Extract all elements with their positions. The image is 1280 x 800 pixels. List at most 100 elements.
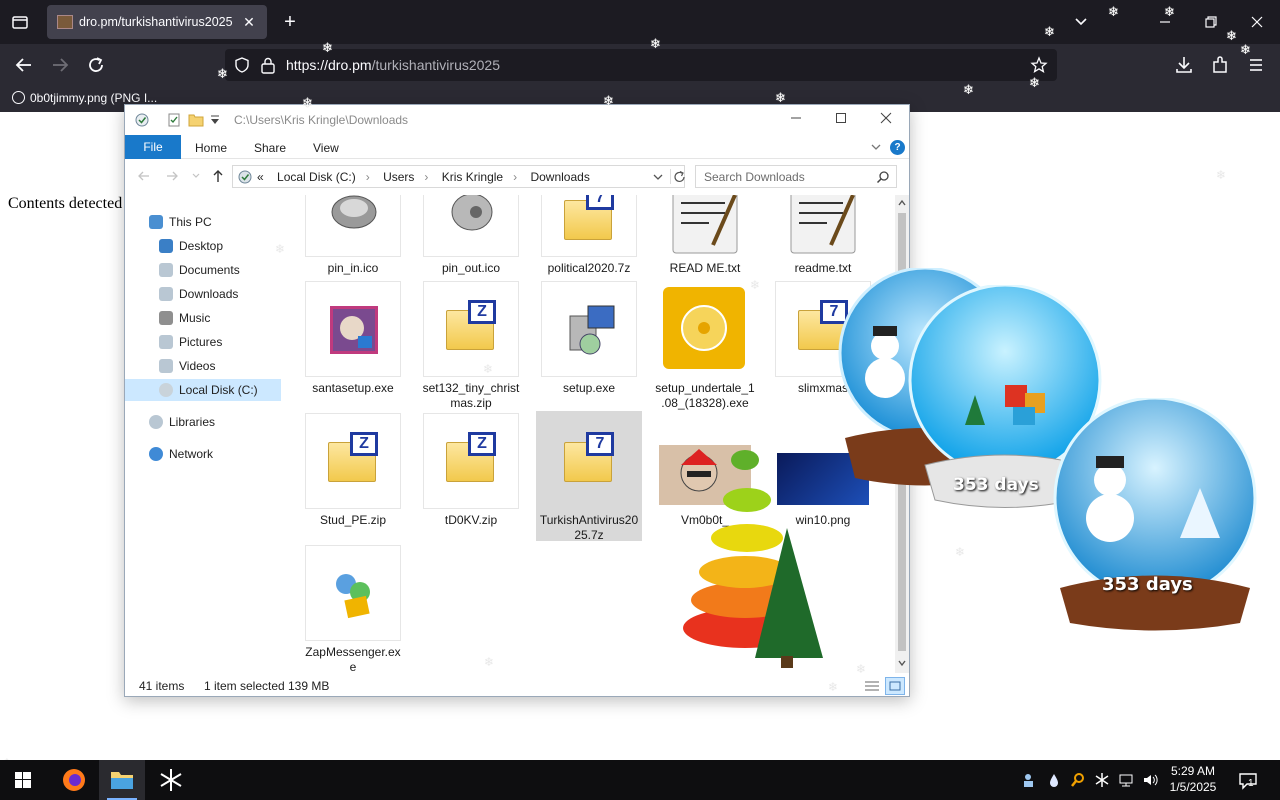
up-folder-icon[interactable] <box>209 168 227 186</box>
network-tray-icon[interactable] <box>1118 772 1134 788</box>
nav-item-downloads[interactable]: Downloads <box>159 283 238 305</box>
file-item[interactable]: pin_in.ico <box>303 195 403 275</box>
scroll-up-icon[interactable] <box>897 197 907 211</box>
snowflake-tray-icon[interactable] <box>1094 772 1110 788</box>
notifications-icon[interactable]: 1 <box>1238 772 1260 790</box>
breadcrumb-item[interactable]: Local Disk (C:) <box>277 170 356 184</box>
folder-icon[interactable] <box>188 112 204 131</box>
nav-item-pictures[interactable]: Pictures <box>159 331 222 353</box>
search-box[interactable]: Search Downloads <box>695 165 897 188</box>
drop-icon[interactable] <box>1046 772 1062 788</box>
restore-icon[interactable] <box>1201 12 1221 32</box>
browser-tab[interactable]: dro.pm/turkishantivirus2025 ✕ <box>47 5 267 39</box>
file-name: Stud_PE.zip <box>319 513 387 527</box>
exe-thumbnail <box>305 281 401 377</box>
scroll-down-icon[interactable] <box>897 657 907 671</box>
file-item[interactable]: setup.exe <box>539 281 639 401</box>
breadcrumb-item[interactable]: Users <box>383 170 414 184</box>
clock-time: 5:29 AM <box>1170 764 1216 778</box>
snow-app-taskbar-icon[interactable] <box>148 760 194 800</box>
bookmark-item[interactable]: 0b0tjimmy.png (PNG I... <box>12 91 157 105</box>
nav-item-documents[interactable]: Documents <box>159 259 240 281</box>
search-icon[interactable] <box>876 170 890 187</box>
file-item[interactable]: Z Stud_PE.zip <box>303 413 403 533</box>
people-icon[interactable] <box>1022 772 1038 788</box>
nav-item-libraries[interactable]: Libraries <box>149 411 215 433</box>
file-item[interactable]: santasetup.exe <box>303 281 403 401</box>
quick-access-properties-icon[interactable] <box>134 112 150 131</box>
tab-list-icon[interactable] <box>10 12 30 32</box>
magnifier-icon[interactable] <box>1070 772 1086 788</box>
taskbar: 5:29 AM 1/5/2025 1 <box>0 760 1280 800</box>
file-item-selected[interactable]: 7 TurkishAntivirus2025.7z <box>539 413 639 542</box>
ribbon-tab-home[interactable]: Home <box>195 138 227 158</box>
new-folder-quick-icon[interactable] <box>166 112 182 131</box>
url-bar[interactable]: https://dro.pm/turkishantivirus2025 <box>225 49 1057 81</box>
downloads-folder-icon <box>159 287 173 301</box>
nav-item-this-pc[interactable]: This PC <box>149 211 212 233</box>
explorer-minimize-icon[interactable] <box>781 109 811 131</box>
nav-item-desktop[interactable]: Desktop <box>159 235 223 257</box>
file-explorer-taskbar-icon[interactable] <box>99 760 145 800</box>
nav-item-network[interactable]: Network <box>149 443 213 465</box>
explorer-close-icon[interactable] <box>871 109 901 131</box>
snowflake-icon: ❄ <box>217 66 228 81</box>
explorer-maximize-icon[interactable] <box>826 109 856 131</box>
back-arrow-icon[interactable] <box>13 54 35 76</box>
nav-label: Pictures <box>179 335 223 349</box>
taskbar-clock[interactable]: 5:29 AM 1/5/2025 <box>1162 763 1224 795</box>
ribbon-tab-view[interactable]: View <box>313 138 339 158</box>
forward-arrow-icon[interactable] <box>49 54 71 76</box>
browser-nav-bar: https://dro.pm/turkishantivirus2025 <box>0 44 1280 86</box>
large-icons-view-icon[interactable] <box>885 677 905 695</box>
nav-item-local-disk[interactable]: Local Disk (C:) <box>125 379 281 401</box>
file-item[interactable]: READ ME.txt <box>655 195 755 275</box>
expand-ribbon-icon[interactable] <box>869 140 883 157</box>
explorer-forward-icon[interactable] <box>163 168 181 186</box>
file-item[interactable]: readme.txt <box>773 195 873 275</box>
breadcrumb-overflow[interactable]: « <box>257 170 264 184</box>
shield-icon[interactable] <box>233 56 251 77</box>
explorer-back-icon[interactable] <box>135 168 153 186</box>
nav-item-videos[interactable]: Videos <box>159 355 215 377</box>
snowflake-icon: ❄ <box>1164 4 1175 19</box>
recent-locations-icon[interactable] <box>187 168 205 186</box>
close-window-icon[interactable] <box>1247 12 1267 32</box>
nav-item-music[interactable]: Music <box>159 307 210 329</box>
breadcrumb-item[interactable]: Downloads <box>530 170 589 184</box>
explorer-title-bar: C:\Users\Kris Kringle\Downloads <box>125 105 909 135</box>
refresh-icon[interactable] <box>670 169 685 184</box>
list-all-tabs-icon[interactable] <box>1071 12 1091 32</box>
help-icon[interactable]: ? <box>890 140 905 155</box>
file-item[interactable]: pin_out.ico <box>421 195 521 275</box>
file-item[interactable]: setup_undertale_1.08_(18328).exe <box>655 281 755 410</box>
file-item[interactable]: ZapMessenger.exe <box>303 545 403 673</box>
firefox-taskbar-icon[interactable] <box>51 760 97 800</box>
ribbon-tab-file[interactable]: File <box>125 135 181 159</box>
file-name: political2020.7z <box>547 261 631 275</box>
undertale-installer-icon <box>663 287 745 369</box>
file-item[interactable]: Z set132_tiny_christmas.zip <box>421 281 521 410</box>
address-dropdown-icon[interactable] <box>651 170 665 187</box>
extensions-icon[interactable] <box>1209 54 1231 76</box>
reload-icon[interactable] <box>85 54 107 76</box>
file-item[interactable]: Z tD0KV.zip <box>421 413 521 533</box>
navigation-pane: This PC Desktop Documents Downloads Musi… <box>125 205 283 675</box>
file-name: setup.exe <box>562 381 616 395</box>
bookmark-star-icon[interactable] <box>1030 56 1048 77</box>
tab-close-icon[interactable]: ✕ <box>239 12 259 32</box>
customize-toolbar-icon[interactable] <box>209 113 221 130</box>
details-view-icon[interactable] <box>863 678 881 694</box>
breadcrumb-item[interactable]: Kris Kringle <box>442 170 503 184</box>
new-tab-button[interactable]: + <box>280 12 300 32</box>
start-button[interactable] <box>0 760 46 800</box>
url-text[interactable]: https://dro.pm/turkishantivirus2025 <box>286 57 500 73</box>
address-bar[interactable]: « Local Disk (C:) › Users › Kris Kringle › … <box>232 165 685 188</box>
downloads-icon[interactable] <box>1173 54 1195 76</box>
volume-icon[interactable] <box>1142 772 1158 788</box>
ribbon-tab-share[interactable]: Share <box>254 138 286 158</box>
lock-icon[interactable] <box>260 56 276 77</box>
file-item[interactable]: 7 political2020.7z <box>539 195 639 275</box>
computer-icon <box>149 215 163 229</box>
snowflake-icon: ❄ <box>1216 168 1227 182</box>
